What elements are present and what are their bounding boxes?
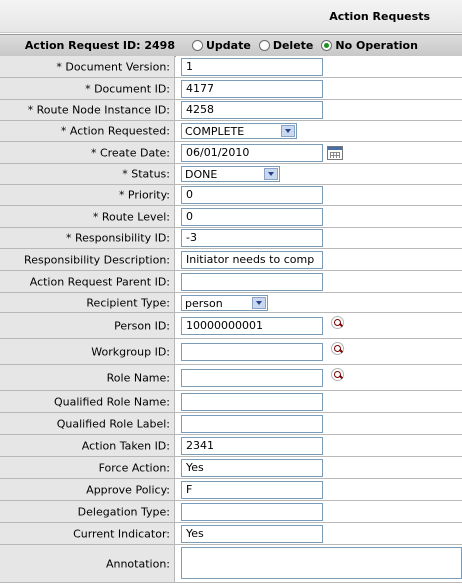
responsibility-description-input[interactable]: Initiator needs to comp bbox=[181, 251, 323, 269]
chevron-down-icon bbox=[281, 125, 295, 137]
no-operation-radio[interactable]: No Operation bbox=[321, 39, 418, 52]
document-id-row: * Document ID: 4177 bbox=[0, 78, 462, 100]
annotation-row: Annotation: bbox=[0, 545, 462, 583]
route-level-label: * Route Level: bbox=[92, 210, 170, 223]
qualified-role-label-input[interactable] bbox=[181, 415, 323, 433]
route-node-instance-id-input[interactable]: 4258 bbox=[181, 101, 323, 119]
route-node-instance-id-row: * Route Node Instance ID: 4258 bbox=[0, 100, 462, 121]
priority-row: * Priority: 0 bbox=[0, 185, 462, 206]
responsibility-id-input[interactable]: -3 bbox=[181, 229, 323, 247]
annotation-textarea[interactable] bbox=[181, 547, 462, 579]
action-request-id-label: Action Request ID: 2498 bbox=[24, 39, 175, 52]
current-indicator-input[interactable]: Yes bbox=[181, 525, 323, 543]
route-node-instance-id-label: * Route Node Instance ID: bbox=[27, 103, 170, 117]
approve-policy-row: Approve Policy: F bbox=[0, 479, 462, 501]
action-request-parent-id-input[interactable] bbox=[181, 273, 323, 291]
action-taken-id-input[interactable]: 2341 bbox=[181, 437, 323, 455]
action-requested-row: * Action Requested: COMPLETE bbox=[0, 121, 462, 142]
priority-input[interactable]: 0 bbox=[181, 186, 323, 204]
chevron-down-icon bbox=[252, 297, 266, 309]
lookup-magnifier-icon[interactable] bbox=[331, 316, 344, 329]
status-row: * Status: DONE bbox=[0, 164, 462, 185]
section-header: Action Requests bbox=[0, 0, 462, 33]
create-date-input[interactable]: 06/01/2010 bbox=[181, 144, 323, 162]
action-taken-id-row: Action Taken ID: 2341 bbox=[0, 435, 462, 457]
status-label: * Status: bbox=[122, 167, 170, 181]
calendar-icon[interactable] bbox=[327, 146, 343, 160]
qualified-role-name-input[interactable] bbox=[181, 393, 323, 411]
annotation-label: Annotation: bbox=[105, 557, 170, 570]
create-date-label: * Create Date: bbox=[90, 146, 170, 159]
recipient-type-row: Recipient Type: person bbox=[0, 293, 462, 313]
force-action-input[interactable]: Yes bbox=[181, 459, 323, 477]
action-request-parent-id-label: Action Request Parent ID: bbox=[29, 275, 170, 288]
person-id-input[interactable]: 10000000001 bbox=[181, 317, 323, 335]
delegation-type-label: Delegation Type: bbox=[77, 505, 170, 518]
responsibility-id-row: * Responsibility ID: -3 bbox=[0, 228, 462, 249]
role-name-row: Role Name: bbox=[0, 365, 462, 391]
role-name-label: Role Name: bbox=[106, 371, 170, 384]
qualified-role-label-row: Qualified Role Label: bbox=[0, 413, 462, 435]
workgroup-id-label: Workgroup ID: bbox=[91, 345, 170, 358]
priority-label: * Priority: bbox=[118, 188, 170, 202]
qualified-role-name-label: Qualified Role Name: bbox=[53, 395, 170, 408]
action-taken-id-label: Action Taken ID: bbox=[81, 439, 170, 452]
radio-checked-icon bbox=[321, 40, 333, 51]
force-action-label: Force Action: bbox=[98, 461, 170, 474]
current-indicator-label: Current Indicator: bbox=[73, 527, 170, 540]
force-action-row: Force Action: Yes bbox=[0, 457, 462, 479]
approve-policy-label: Approve Policy: bbox=[86, 483, 170, 496]
update-radio[interactable]: Update bbox=[192, 39, 251, 52]
document-version-row: * Document Version: 1 bbox=[0, 56, 462, 78]
approve-policy-input[interactable]: F bbox=[181, 481, 323, 499]
person-id-label: Person ID: bbox=[114, 319, 170, 332]
radio-circle-icon bbox=[258, 40, 270, 51]
document-id-label: * Document ID: bbox=[85, 82, 170, 95]
current-indicator-row: Current Indicator: Yes bbox=[0, 523, 462, 545]
responsibility-description-row: Responsibility Description: Initiator ne… bbox=[0, 249, 462, 271]
delegation-type-row: Delegation Type: bbox=[0, 501, 462, 523]
route-level-row: * Route Level: 0 bbox=[0, 206, 462, 228]
section-title: Action Requests bbox=[329, 10, 430, 23]
responsibility-id-label: * Responsibility ID: bbox=[65, 231, 170, 245]
lookup-magnifier-icon[interactable] bbox=[331, 342, 344, 355]
create-date-row: * Create Date: 06/01/2010 bbox=[0, 142, 462, 164]
action-requested-label: * Action Requested: bbox=[60, 124, 170, 138]
recipient-type-label: Recipient Type: bbox=[86, 296, 170, 309]
route-level-input[interactable]: 0 bbox=[181, 208, 323, 226]
document-id-input[interactable]: 4177 bbox=[181, 80, 323, 98]
operation-radio-group: Update Delete No Operation bbox=[192, 35, 426, 56]
document-version-label: * Document Version: bbox=[56, 60, 170, 73]
action-request-parent-id-row: Action Request Parent ID: bbox=[0, 271, 462, 293]
qualified-role-name-row: Qualified Role Name: bbox=[0, 391, 462, 413]
qualified-role-label-label: Qualified Role Label: bbox=[56, 417, 170, 430]
responsibility-description-label: Responsibility Description: bbox=[24, 253, 170, 266]
recipient-type-select[interactable]: person bbox=[181, 295, 268, 311]
workgroup-id-input[interactable] bbox=[181, 343, 323, 361]
action-requested-select[interactable]: COMPLETE bbox=[181, 123, 297, 139]
workgroup-id-row: Workgroup ID: bbox=[0, 339, 462, 365]
person-id-row: Person ID: 10000000001 bbox=[0, 313, 462, 339]
delegation-type-input[interactable] bbox=[181, 503, 323, 521]
chevron-down-icon bbox=[264, 168, 278, 180]
status-select[interactable]: DONE bbox=[181, 166, 280, 182]
lookup-magnifier-icon[interactable] bbox=[331, 368, 344, 381]
role-name-input[interactable] bbox=[181, 369, 323, 387]
action-request-id-row: Action Request ID: 2498 Update Delete No… bbox=[0, 34, 462, 57]
document-version-input[interactable]: 1 bbox=[181, 58, 323, 76]
delete-radio[interactable]: Delete bbox=[258, 39, 313, 52]
radio-circle-icon bbox=[192, 40, 203, 51]
